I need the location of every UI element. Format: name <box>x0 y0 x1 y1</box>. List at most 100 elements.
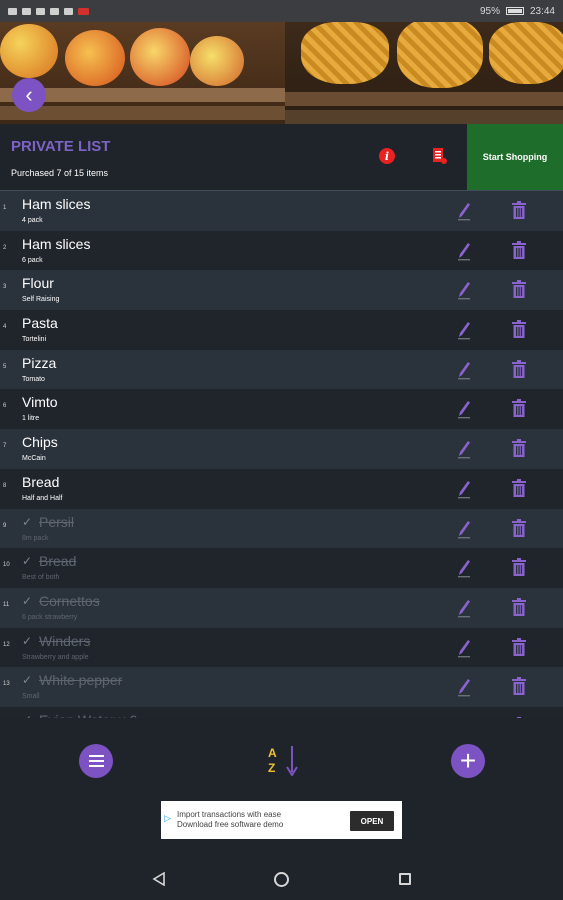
pencil-icon[interactable] <box>456 360 472 380</box>
item-number: 13 <box>3 681 10 688</box>
list-item[interactable]: 4 Pasta Tortelini <box>0 310 563 350</box>
pencil-icon[interactable] <box>456 280 472 300</box>
check-icon: ✓ <box>22 633 33 648</box>
pencil-icon[interactable] <box>456 519 472 539</box>
trash-icon[interactable] <box>511 597 527 617</box>
pineapple-image <box>301 22 389 84</box>
list-item[interactable]: 14✓Evian Water x 6 <box>0 706 563 718</box>
item-detail: Half and Half <box>22 494 63 502</box>
ad-headline: Import transactions with ease <box>177 810 282 819</box>
item-name: Pasta <box>22 315 58 332</box>
pencil-icon[interactable] <box>456 439 472 459</box>
trash-icon[interactable] <box>511 439 527 458</box>
circle-icon <box>50 7 59 15</box>
trash-icon[interactable] <box>511 240 527 260</box>
ad-open-button[interactable]: OPEN <box>350 811 394 831</box>
pencil-icon[interactable] <box>456 638 472 658</box>
purchased-count: Purchased 7 of 15 items <box>11 168 109 178</box>
item-detail: Tomato <box>22 375 45 383</box>
wifi-icon <box>8 7 17 15</box>
square-recent-icon[interactable] <box>399 873 411 885</box>
header-image: ‹ <box>0 22 563 124</box>
list-item[interactable]: 9 ✓ Persil 8m pack <box>0 508 563 549</box>
pencil-icon[interactable] <box>456 598 472 618</box>
list-item[interactable]: 1 Ham slices 4 pack <box>0 191 563 231</box>
list-item[interactable]: 8 Bread Half and Half <box>0 468 563 509</box>
trash-icon[interactable] <box>511 677 527 696</box>
item-name: Persil <box>39 513 75 530</box>
arrow-left-icon: ‹ <box>25 82 33 107</box>
battery-icon <box>505 7 524 15</box>
ad-banner[interactable]: ▷ Import transactions with ease Download… <box>161 801 402 839</box>
item-name: Winders <box>39 632 91 649</box>
sort-z-letter: Z <box>268 761 276 775</box>
list-item[interactable]: 12 ✓ Winders Strawberry and apple <box>0 627 563 668</box>
app-notification-icon <box>78 7 89 15</box>
pencil-icon[interactable] <box>456 320 472 340</box>
apple-image <box>130 28 190 86</box>
list-delete-icon[interactable] <box>433 148 447 164</box>
back-button[interactable]: ‹ <box>12 78 46 112</box>
list-header: PRIVATE LIST Purchased 7 of 15 items i S… <box>0 124 563 191</box>
trash-icon[interactable] <box>511 359 527 379</box>
shopping-list: 1 Ham slices 4 pack 2 Ham slices 6 pack 3 Flo… <box>0 191 563 718</box>
status-icons <box>8 7 89 15</box>
item-name: Bread <box>22 473 60 490</box>
item-detail: McCain <box>22 455 46 463</box>
pineapple-image <box>489 22 563 84</box>
list-item[interactable]: 2 Ham slices 6 pack <box>0 230 563 271</box>
trash-icon[interactable] <box>511 201 527 220</box>
pencil-icon[interactable] <box>456 479 472 499</box>
item-number: 11 <box>3 601 10 608</box>
crate-plank <box>0 106 285 120</box>
pencil-icon[interactable] <box>456 558 472 578</box>
sort-az-button[interactable]: A Z <box>268 744 300 778</box>
trash-icon[interactable] <box>511 399 527 418</box>
trash-icon[interactable] <box>511 518 527 538</box>
menu-button[interactable] <box>79 744 113 778</box>
circle-home-icon[interactable] <box>274 872 289 887</box>
check-icon: ✓ <box>22 554 33 569</box>
item-number: 7 <box>3 443 7 450</box>
trash-icon[interactable] <box>511 320 527 339</box>
item-detail: Small <box>22 693 40 701</box>
pencil-icon[interactable] <box>456 241 472 261</box>
pineapple-crate <box>285 22 563 124</box>
item-number: 1 <box>3 205 7 211</box>
trash-icon[interactable] <box>511 558 527 577</box>
item-number: 6 <box>3 403 7 410</box>
list-item[interactable]: 6 Vimto 1 litre <box>0 389 563 430</box>
add-item-button[interactable]: + <box>451 744 485 778</box>
list-item[interactable]: 3 Flour Self Raising <box>0 270 563 311</box>
item-number: 9 <box>3 522 7 529</box>
list-item[interactable]: 5 Pizza Tomato <box>0 349 563 390</box>
triangle-back-icon[interactable] <box>152 872 165 886</box>
trash-icon[interactable] <box>511 280 527 299</box>
pineapple-image <box>397 22 483 88</box>
list-item[interactable]: 7 Chips McCain <box>0 429 563 469</box>
item-number: 4 <box>3 324 7 331</box>
item-detail: 6 pack strawberry <box>22 613 78 621</box>
item-name: Chips <box>22 434 58 451</box>
trash-icon[interactable] <box>511 478 527 498</box>
start-shopping-button[interactable]: Start Shopping <box>467 124 563 190</box>
list-item[interactable]: 13 ✓ White pepper Small <box>0 667 563 707</box>
pencil-icon[interactable] <box>456 399 472 419</box>
vpn-icon <box>64 7 73 15</box>
item-number: 3 <box>3 284 7 291</box>
apple-crate <box>0 22 285 124</box>
ad-choices-icon[interactable]: ▷ <box>164 813 171 824</box>
pencil-icon[interactable] <box>456 201 472 221</box>
trash-icon[interactable] <box>511 637 527 657</box>
sort-a-letter: A <box>268 746 277 760</box>
item-name: Vimto <box>22 394 58 411</box>
battery-text: 95% <box>479 5 500 17</box>
ad-description: Download free software demo <box>177 820 284 829</box>
list-item[interactable]: 11 ✓ Cornettos 6 pack strawberry <box>0 587 563 628</box>
info-icon[interactable]: i <box>379 148 395 164</box>
pencil-icon[interactable] <box>456 677 472 697</box>
item-name: Bread <box>39 553 77 570</box>
list-item[interactable]: 10 ✓ Bread Best of both <box>0 548 563 588</box>
item-name: Ham slices <box>22 196 91 212</box>
item-number: 5 <box>3 363 7 370</box>
